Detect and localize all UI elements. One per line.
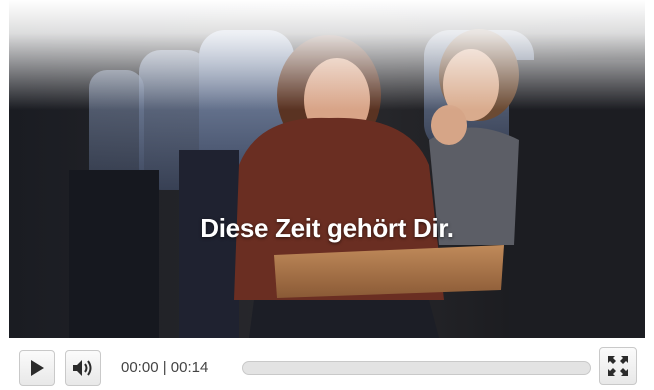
volume-button[interactable] <box>65 350 101 386</box>
time-separator: | <box>162 359 167 376</box>
progress-bar[interactable] <box>242 361 591 375</box>
fullscreen-button[interactable] <box>599 347 637 385</box>
video-subtitle: Diese Zeit gehört Dir. <box>200 213 454 243</box>
control-bar: 00:00 | 00:14 <box>0 338 654 390</box>
duration: 00:14 <box>170 359 209 376</box>
video-player: Diese Zeit gehört Dir. 00:00 | 00:14 <box>0 0 654 390</box>
volume-icon <box>73 360 92 376</box>
play-icon <box>31 360 44 376</box>
fullscreen-icon <box>608 356 628 376</box>
current-time: 00:00 <box>121 359 159 376</box>
time-display: 00:00 | 00:14 <box>121 359 208 376</box>
video-top-fade <box>9 0 645 110</box>
video-frame[interactable]: Diese Zeit gehört Dir. <box>9 0 645 338</box>
play-button[interactable] <box>19 350 55 386</box>
